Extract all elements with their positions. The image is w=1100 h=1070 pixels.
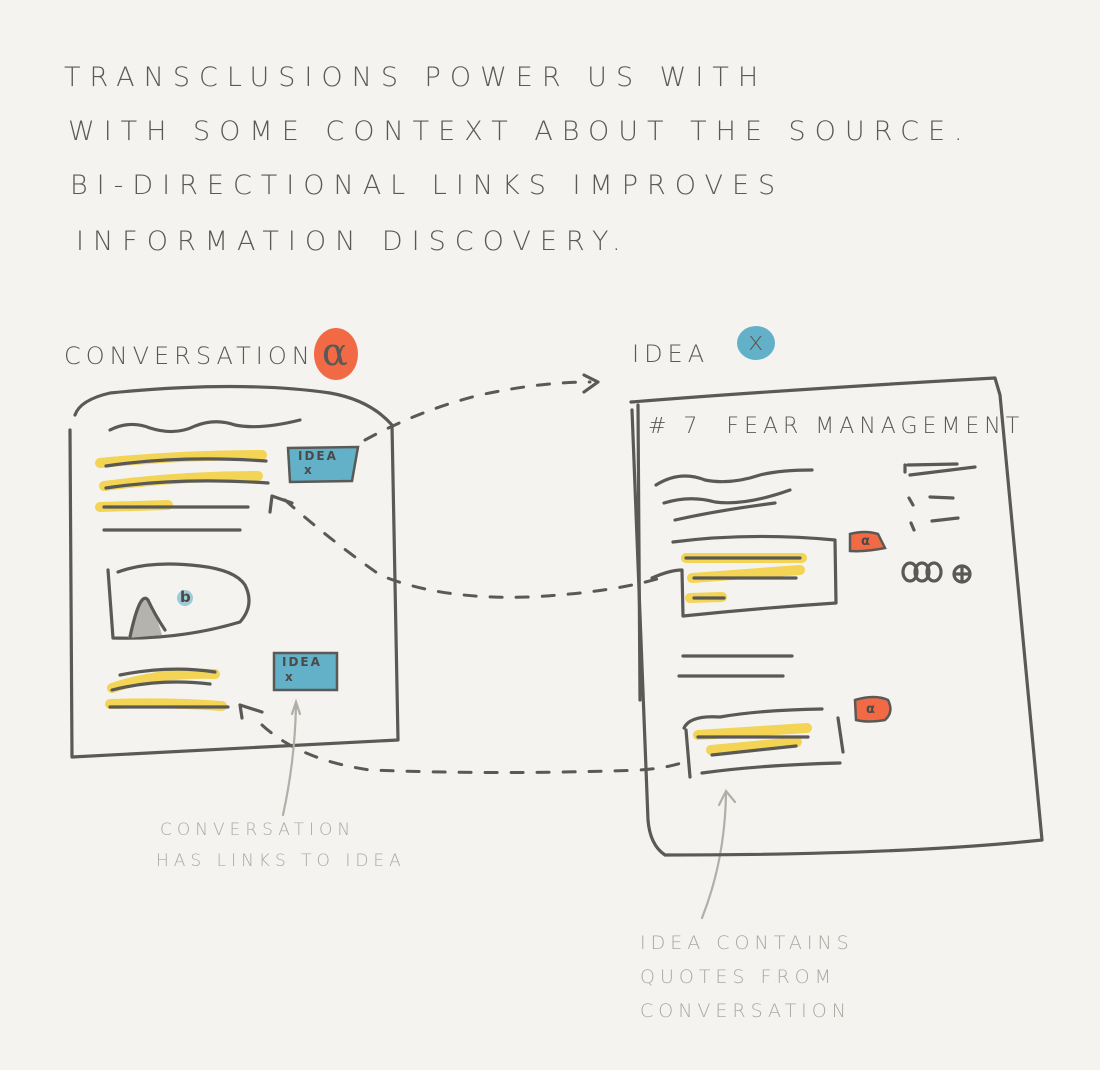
idea-badge-symbol: x: [748, 327, 764, 357]
idea-squiggle-2: [662, 488, 792, 505]
idea-sidebar-bar: [903, 462, 977, 477]
idea-sidebar-item-2: [909, 516, 960, 532]
idea-tag-top-label: Idea: [298, 449, 338, 463]
idea-note-line-2: quotes from: [640, 966, 837, 988]
quote-1-badge-symbol: α: [861, 534, 872, 549]
conversation-card-title-squiggle: [108, 418, 302, 434]
idea-tag-bottom-label: Idea: [282, 655, 322, 669]
conversation-note-line-1: Conversation: [160, 820, 356, 840]
annotation-arrow-idea-head: [717, 788, 737, 807]
conversation-note: Conversation has links to idea: [156, 815, 406, 877]
idea-sidebar-item-1: [907, 495, 955, 507]
idea-tag-top-symbol: x: [304, 463, 314, 477]
idea-tag-bottom-symbol: x: [285, 670, 295, 684]
link-to-idea: [363, 380, 592, 442]
chart-marker-label: b: [180, 588, 193, 606]
idea-note-line-3: conversation: [640, 1000, 851, 1022]
idea-note-line-1: Idea contains: [640, 932, 854, 954]
backlink-1: [283, 498, 672, 599]
idea-title: # 7 Fear management: [648, 414, 1025, 439]
annotation-arrow-conversation: [281, 703, 298, 817]
backlink-2: [260, 723, 692, 774]
sketch-canvas: [68, 326, 1044, 920]
idea-squiggle-3: [673, 501, 777, 522]
conversation-note-line-2: has links to idea: [156, 851, 406, 871]
link-to-idea-arrowhead: [582, 373, 600, 394]
idea-card-inner-edge: [636, 403, 642, 702]
conversation-badge-symbol: α: [322, 330, 348, 374]
quote-2-badge-symbol: α: [866, 702, 877, 717]
return-arrow-bottom: [238, 703, 264, 720]
idea-squiggle-1: [654, 468, 814, 487]
idea-note: Idea contains quotes from conversation: [640, 926, 854, 1028]
quote-2-highlight-1: [693, 723, 812, 740]
reactions-icon: [901, 561, 972, 584]
